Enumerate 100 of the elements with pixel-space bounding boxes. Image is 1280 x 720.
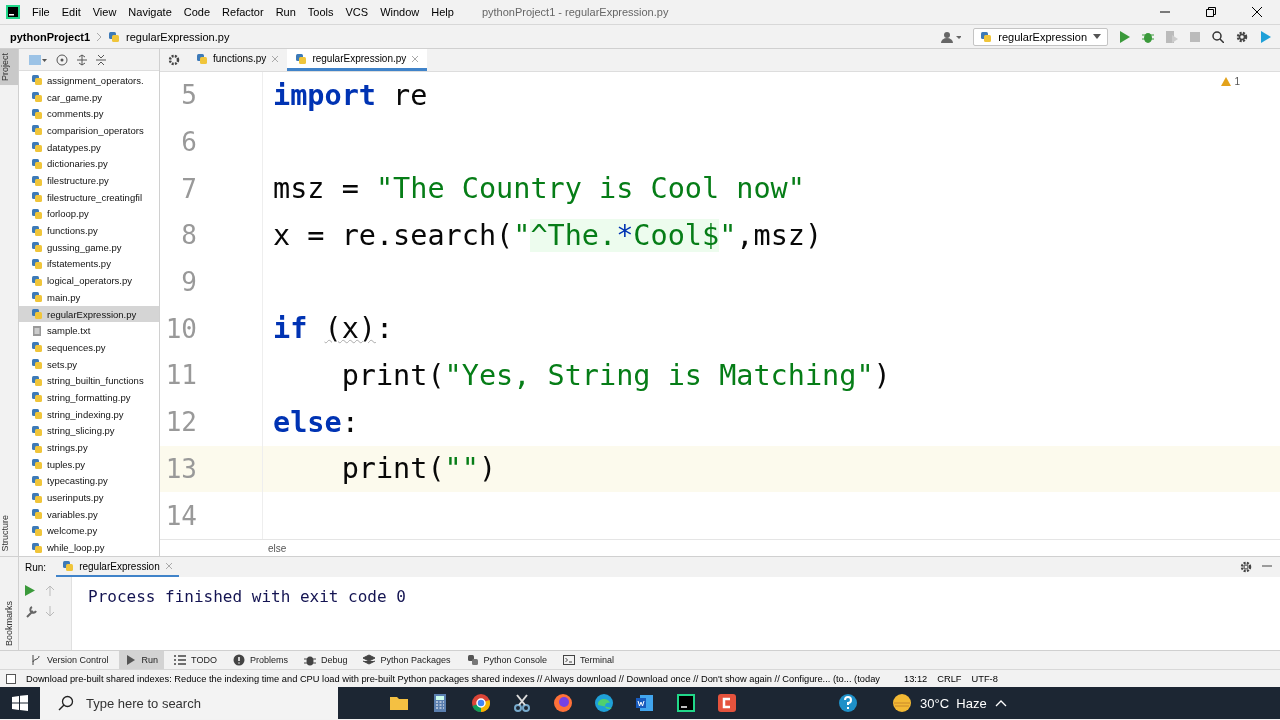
caret-position[interactable]: 13:12 xyxy=(903,673,928,684)
python-file-icon xyxy=(31,124,43,137)
file-tree-item[interactable]: sets.py xyxy=(19,355,159,373)
code-line: msz = "The Country is Cool now" xyxy=(273,172,805,206)
project-crumb[interactable]: pythonProject1 xyxy=(10,30,91,43)
file-tree-item[interactable]: string_builtin_functions xyxy=(19,372,159,390)
file-tree-item[interactable]: ifstatements.py xyxy=(19,255,159,273)
terminal-icon xyxy=(563,654,576,666)
menu-item[interactable]: Tools xyxy=(301,6,340,18)
user-icon xyxy=(941,30,962,43)
scissors-icon xyxy=(511,693,532,713)
file-tree-item[interactable]: tuples.py xyxy=(19,455,159,473)
line-separator[interactable]: CRLF xyxy=(937,673,962,684)
collapse-all-icon xyxy=(96,53,106,66)
file-tree-item[interactable]: comments.py xyxy=(19,105,159,123)
settings-icon xyxy=(168,54,180,66)
status-message[interactable]: Download pre-built shared indexes: Reduce the indexing time and CPU load with pre-built Python packages shared indexes // Always download // Download once // Don't show again // Configure... (to... (today xyxy=(26,673,880,684)
tool-window-tab[interactable]: TODO xyxy=(168,651,223,669)
file-tree-item[interactable]: gussing_game.py xyxy=(19,238,159,256)
editor-tab[interactable]: functions.py xyxy=(188,49,288,71)
code-line: if (x): xyxy=(273,312,394,346)
code-line: import re xyxy=(273,78,428,112)
sun-icon xyxy=(892,693,912,713)
down-arrow-icon xyxy=(45,606,55,617)
file-tree-item[interactable]: while_loop.py xyxy=(19,539,159,556)
editor-tab[interactable]: regularExpression.py xyxy=(287,49,428,71)
branch-icon xyxy=(30,654,42,666)
python-file-icon xyxy=(31,191,43,204)
file-tree-item[interactable]: filestructure_creatingfil xyxy=(19,188,159,206)
file-tree-item[interactable]: main.py xyxy=(19,289,159,306)
file-tree-item[interactable]: regularExpression.py xyxy=(19,305,159,323)
line-number: 5 xyxy=(180,80,197,111)
file-tree-item[interactable]: string_indexing.py xyxy=(19,405,159,423)
file-tree-item[interactable]: userinputs.py xyxy=(19,489,159,506)
wrench-icon xyxy=(25,606,37,618)
bookmarks-tool-tab[interactable]: Bookmarks xyxy=(4,597,14,650)
file-tree-item[interactable]: assignment_operators. xyxy=(19,72,159,89)
file-tree-item[interactable]: string_slicing.py xyxy=(19,422,159,440)
menu-item[interactable]: Edit xyxy=(55,6,87,18)
menu-item[interactable]: Run xyxy=(269,6,302,18)
debug-icon xyxy=(1142,30,1154,43)
python-file-icon xyxy=(31,374,43,387)
list-icon xyxy=(174,654,187,666)
menu-item[interactable]: Code xyxy=(177,6,217,18)
structure-tool-tab[interactable]: Structure xyxy=(0,511,18,556)
help-icon xyxy=(837,693,858,713)
tool-window-tab[interactable]: Problems xyxy=(226,651,294,669)
menu-item[interactable]: Refactor xyxy=(216,6,270,18)
tool-window-tab[interactable]: Version Control xyxy=(24,651,115,669)
close-tab-icon xyxy=(271,54,280,63)
file-tree-item[interactable]: filestructure.py xyxy=(19,172,159,189)
file-tree-item[interactable]: datatypes.py xyxy=(19,138,159,156)
file-encoding[interactable]: UTF-8 xyxy=(971,673,998,684)
restore-icon xyxy=(1206,7,1216,17)
tool-window-tab[interactable]: Terminal xyxy=(557,651,621,669)
file-tree-item[interactable]: functions.py xyxy=(19,222,159,239)
file-tree-item[interactable]: forloop.py xyxy=(19,205,159,223)
console-output: Process finished with exit code 0 xyxy=(72,577,1280,650)
file-tree-item[interactable]: sample.txt xyxy=(19,322,159,340)
run-config-dropdown[interactable]: regularExpression xyxy=(973,27,1108,46)
python-file-icon xyxy=(31,474,43,487)
code-line: print("Yes, String is Matching") xyxy=(340,358,891,392)
file-tree-item[interactable]: variables.py xyxy=(19,505,159,523)
warning-count[interactable]: 1 xyxy=(1234,76,1240,87)
play-icon xyxy=(124,654,137,666)
file-tree-item[interactable]: strings.py xyxy=(19,439,159,456)
menu-item[interactable]: Help xyxy=(425,6,460,18)
close-icon xyxy=(1252,7,1262,17)
project-tool-tab[interactable]: Project xyxy=(0,49,18,85)
run-icon xyxy=(1120,30,1130,43)
python-file-icon xyxy=(31,408,43,421)
menu-item[interactable]: VCS xyxy=(339,6,375,18)
alert-icon xyxy=(232,654,245,666)
breadcrumb[interactable]: else xyxy=(268,542,287,554)
line-number: 14 xyxy=(164,500,197,531)
menu-item[interactable]: Navigate xyxy=(122,6,178,18)
tool-window-tab[interactable]: Python Console xyxy=(460,651,554,669)
python-file-icon xyxy=(31,157,43,170)
file-tree-item[interactable]: string_formatting.py xyxy=(19,389,159,406)
file-tree-item[interactable]: sequences.py xyxy=(19,339,159,356)
taskbar-search-field[interactable]: Type here to search xyxy=(40,687,338,719)
panel-icon xyxy=(29,54,47,65)
tool-window-tab[interactable]: Debug xyxy=(297,651,354,669)
file-crumb[interactable]: regularExpression.py xyxy=(126,30,230,43)
python-file-icon xyxy=(31,207,43,220)
file-tree-item[interactable]: logical_operators.py xyxy=(19,272,159,289)
weather-text[interactable]: 30°C Haze xyxy=(920,695,987,711)
close-tab-icon xyxy=(164,562,173,570)
file-tree-item[interactable]: car_game.py xyxy=(19,88,159,106)
menu-item[interactable]: File xyxy=(26,6,56,18)
file-tree-item[interactable]: welcome.py xyxy=(19,522,159,540)
code-line: print("") xyxy=(340,452,497,486)
file-tree-item[interactable]: dictionaries.py xyxy=(19,155,159,173)
tool-window-tab[interactable]: Python Packages xyxy=(357,651,457,669)
menu-item[interactable]: Window xyxy=(374,6,426,18)
file-tree-item[interactable]: comparision_operators xyxy=(19,122,159,139)
file-tree-item[interactable]: typecasting.py xyxy=(19,472,159,490)
menu-item[interactable]: View xyxy=(86,6,123,18)
python-file-icon xyxy=(31,141,43,154)
tool-window-tab[interactable]: Run xyxy=(118,651,165,669)
